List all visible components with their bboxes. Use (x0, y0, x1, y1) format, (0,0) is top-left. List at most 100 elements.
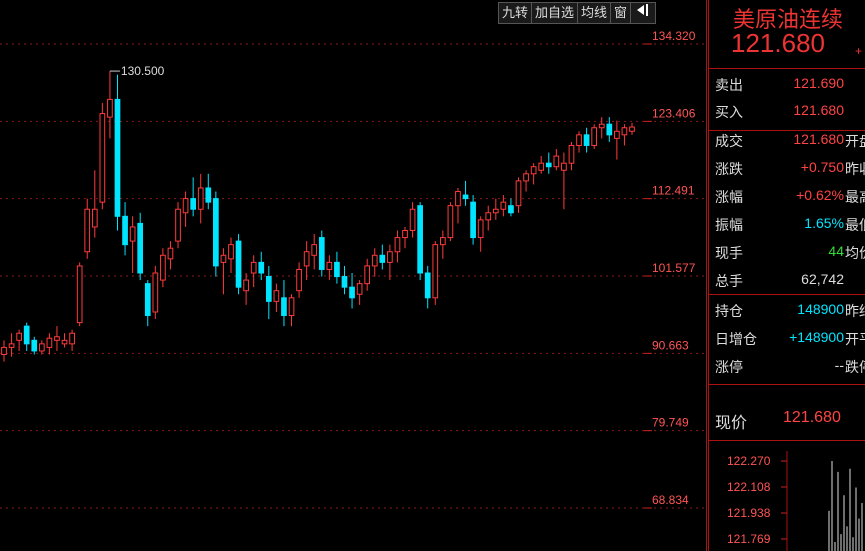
quote-row: 现手 44均价 (709, 238, 865, 266)
candle-body (598, 123, 605, 129)
kline-svg: 134.320 123.406 112.491 101.577 90.663 79.749… (0, 0, 707, 551)
candle-body (523, 173, 529, 182)
candle-body (213, 198, 219, 267)
add-watchlist-button[interactable]: 加自选 (531, 2, 578, 24)
candle-body (455, 191, 461, 207)
quote-row-label: 成交 (715, 133, 743, 149)
mini-tick-label: 122.270 (727, 454, 771, 468)
max-price-label: 130.500 (121, 64, 165, 78)
candle-body (470, 201, 476, 239)
candle-body (492, 208, 499, 214)
candle-body (477, 219, 484, 239)
candle-body (432, 244, 439, 299)
y-tick-label: 79.749 (652, 416, 689, 430)
tick-chart: 122.270 122.108 121.938 121.769 (727, 451, 863, 551)
candlestick-chart[interactable]: 134.320 123.406 112.491 101.577 90.663 79.749… (0, 0, 708, 551)
quote-row-label: 涨停 (715, 359, 743, 375)
nine-turn-button[interactable]: 九转 (498, 2, 532, 24)
candle-body (424, 272, 431, 299)
candle-body (371, 254, 378, 267)
mini-tick-label: 121.938 (727, 506, 771, 520)
candle-body (265, 276, 272, 302)
quote-row-label: 总手 (715, 273, 743, 289)
candle-body (243, 279, 249, 292)
moving-average-button[interactable]: 均线 (577, 2, 611, 24)
quote-panel: 美原油连续 121.680 + 卖出 121.690 买入 121.680 成交 121.… (708, 0, 865, 551)
candle-body (250, 261, 257, 274)
candle-body (197, 187, 204, 210)
candle-body (38, 343, 45, 352)
quote-row-extra-label: 昨结 (845, 303, 865, 319)
candle-body (485, 212, 492, 221)
candle-body (545, 162, 552, 168)
quote-row: 总手 62,742 (709, 266, 865, 294)
candle-body (137, 222, 144, 274)
quote-row-label: 涨幅 (715, 189, 743, 205)
quote-row: 买入 121.680 (709, 97, 865, 125)
mini-tick-label: 122.108 (727, 480, 771, 494)
quote-row-value: 148900 (797, 301, 844, 317)
candle-body (341, 276, 348, 288)
quote-row-extra-label: 最高 (845, 189, 865, 205)
candle-body (326, 261, 333, 270)
y-tick-label: 90.663 (652, 338, 689, 352)
current-price-row: 现价 121.680 (709, 404, 865, 434)
candle-body (311, 244, 318, 256)
divider (709, 294, 865, 295)
candle-body (129, 226, 136, 242)
candle-body (621, 127, 628, 136)
candle-body (160, 254, 166, 281)
quote-row-value: 44 (828, 243, 844, 259)
candle-body (379, 254, 386, 263)
quote-row-extra-label: 开盘 (845, 133, 865, 149)
candle-body (606, 123, 613, 136)
quote-row: 日增仓 +148900开平 (709, 324, 865, 352)
candle-body (152, 272, 159, 313)
candle-body (190, 198, 197, 210)
quote-row: 卖出 121.690 (709, 70, 865, 98)
quote-row-label: 振幅 (715, 217, 743, 233)
divider (709, 130, 865, 131)
candle-body (144, 283, 151, 317)
quote-row: 振幅 1.65%最低 (709, 210, 865, 238)
candle-body (409, 208, 416, 231)
candle-body (417, 205, 423, 274)
candle-body (553, 155, 560, 168)
mini-tick-label: 121.769 (727, 532, 771, 546)
quote-row-extra-label: 昨收 (845, 161, 865, 177)
quote-row-value: 121.690 (793, 75, 844, 91)
candle-body (349, 286, 355, 299)
candle-body (76, 265, 83, 324)
candle-body (561, 162, 567, 171)
candle-body (538, 162, 545, 171)
quote-row-extra-label: 跌停 (845, 359, 865, 375)
chart-toolbar: 九转 加自选 均线 窗 (498, 2, 657, 24)
candle-body (220, 254, 227, 263)
divider (709, 68, 865, 69)
candle-body (387, 251, 393, 263)
quote-row-value: +0.62% (796, 187, 844, 203)
dock-panel-icon[interactable] (630, 2, 657, 24)
divider (709, 440, 865, 441)
quote-row-value: 1.65% (804, 215, 844, 231)
candle-body (99, 113, 106, 203)
quote-row-label: 买入 (715, 104, 743, 120)
candle-body (462, 194, 469, 200)
quote-row-extra-label: 开平 (845, 331, 865, 347)
candle-body (235, 240, 242, 288)
candle-body (281, 297, 287, 317)
window-button[interactable]: 窗 (610, 2, 631, 24)
candle-body (114, 98, 121, 217)
candle-body (334, 261, 340, 278)
candle-body (530, 166, 537, 175)
candle-body (31, 339, 38, 352)
candle-body (288, 297, 295, 317)
candle-body (568, 144, 575, 164)
quote-row-value: +0.750 (800, 159, 844, 175)
quote-row: 涨停 --跌停 (709, 352, 865, 380)
candle-body (296, 268, 302, 292)
candle-body (614, 130, 620, 139)
candle-body (591, 127, 598, 146)
candle-body (576, 134, 582, 146)
current-price-value: 121.680 (783, 409, 841, 426)
